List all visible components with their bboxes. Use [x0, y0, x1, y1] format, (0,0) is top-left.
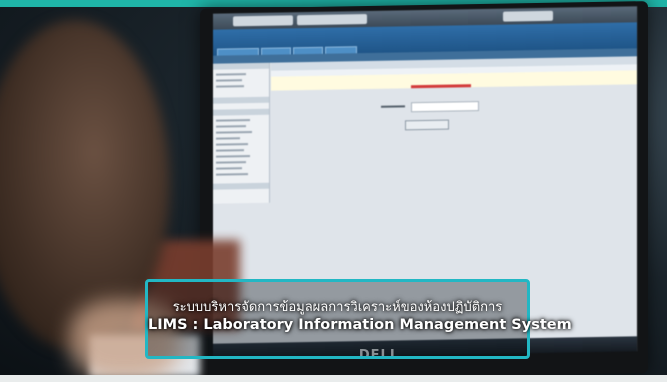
sidebar-section [213, 108, 269, 116]
form-input [411, 101, 479, 113]
sidebar-item [216, 137, 240, 140]
video-frame: DELL ระบบบริหารจัดการข้อมูลผลการวิเคราะห… [0, 0, 667, 382]
sidebar-item [216, 173, 248, 176]
sidebar-section [213, 182, 269, 190]
sidebar-item [216, 125, 246, 128]
form-label [381, 105, 405, 108]
sidebar-item [216, 85, 244, 88]
lims-sidebar [213, 62, 270, 204]
browser-tab [297, 14, 367, 26]
sidebar-item [216, 73, 246, 76]
form-submit-button [405, 119, 449, 131]
caption-thai: ระบบบริหารจัดการข้อมูลผลการวิเคราะห์ของห… [172, 300, 503, 315]
browser-tab [503, 10, 553, 22]
sidebar-item [216, 167, 242, 170]
sidebar-item [216, 131, 252, 134]
sidebar-item [216, 155, 250, 158]
browser-tab [233, 15, 293, 27]
sidebar-item [216, 79, 242, 82]
form-title-red [411, 84, 471, 89]
sidebar-item [216, 149, 244, 152]
sidebar-section [213, 62, 269, 70]
sidebar-item [216, 119, 250, 122]
bottom-strip [0, 375, 667, 382]
caption-english: LIMS : Laboratory Information Management… [148, 317, 572, 333]
sidebar-section [213, 96, 269, 104]
sidebar-item [216, 161, 246, 164]
sidebar-item [216, 143, 248, 146]
